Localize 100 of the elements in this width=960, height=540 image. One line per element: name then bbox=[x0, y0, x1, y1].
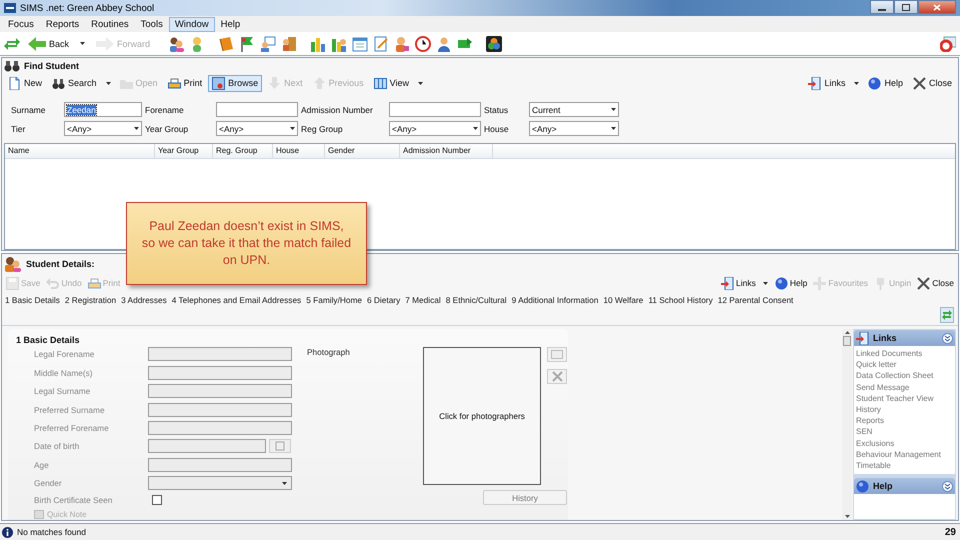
person-card-icon[interactable] bbox=[394, 36, 410, 52]
panel-heading: Help bbox=[873, 481, 894, 492]
text-field[interactable] bbox=[148, 384, 292, 398]
dropdown-field[interactable]: <Any> bbox=[389, 121, 481, 136]
text-field[interactable] bbox=[148, 458, 292, 472]
link-item[interactable]: Data Collection Sheet bbox=[856, 370, 954, 382]
search-button[interactable]: Search bbox=[48, 74, 101, 92]
section-link[interactable]: 11 School History bbox=[648, 295, 713, 305]
text-field[interactable] bbox=[389, 102, 481, 117]
link-item[interactable]: Student Teacher View bbox=[856, 392, 954, 404]
text-field[interactable] bbox=[148, 366, 292, 380]
link-item[interactable]: History bbox=[856, 404, 954, 416]
close-button[interactable]: Close bbox=[915, 274, 956, 292]
field-label: Gender bbox=[34, 478, 63, 488]
link-item[interactable]: Timetable bbox=[856, 460, 954, 472]
menu-item[interactable]: Focus bbox=[2, 16, 40, 32]
text-field[interactable] bbox=[148, 347, 292, 362]
section-link[interactable]: 4 Telephones and Email Addresses bbox=[172, 295, 302, 305]
help-button[interactable]: Help bbox=[772, 274, 810, 292]
section-link[interactable]: 2 Registration bbox=[64, 295, 116, 305]
link-item[interactable]: Behaviour Management bbox=[856, 448, 954, 460]
delete-button[interactable] bbox=[547, 369, 567, 384]
door-person-icon[interactable] bbox=[281, 36, 298, 52]
minimize-button[interactable] bbox=[870, 0, 894, 14]
close-button[interactable] bbox=[918, 0, 956, 14]
photo-box[interactable]: Click for photographers bbox=[423, 347, 541, 485]
help-button[interactable]: Help bbox=[864, 74, 907, 92]
text-field[interactable]: Zeedan bbox=[64, 102, 142, 117]
field-label: Photograph bbox=[307, 347, 351, 359]
history-button[interactable]: History bbox=[483, 490, 567, 505]
column-header[interactable]: Gender bbox=[325, 144, 400, 158]
field-label: Forename bbox=[145, 104, 185, 114]
menu-item[interactable]: Tools bbox=[134, 16, 169, 32]
dropdown-field[interactable]: <Any> bbox=[529, 121, 619, 136]
close-button[interactable]: Close bbox=[908, 74, 956, 92]
section-link[interactable]: 6 Dietary bbox=[367, 295, 400, 305]
browse-button[interactable]: Browse bbox=[208, 74, 262, 92]
book-icon[interactable] bbox=[218, 36, 234, 52]
chart-icon[interactable] bbox=[310, 36, 326, 52]
date-field[interactable] bbox=[148, 439, 266, 454]
text-field[interactable] bbox=[148, 402, 292, 417]
print-button[interactable]: Print bbox=[164, 74, 206, 92]
people-icon[interactable] bbox=[168, 36, 184, 52]
column-header[interactable]: Reg. Group bbox=[213, 144, 273, 158]
links-button[interactable]: Links bbox=[719, 274, 758, 292]
dropdown-field[interactable]: <Any> bbox=[64, 121, 142, 136]
link-item[interactable]: Reports bbox=[856, 415, 954, 426]
section-link[interactable]: 12 Parental Consent bbox=[718, 295, 794, 305]
text-field[interactable] bbox=[216, 102, 298, 117]
section-link[interactable]: 8 Ethnic/Cultural bbox=[446, 295, 507, 305]
column-header[interactable]: Name bbox=[5, 144, 155, 158]
caret-icon bbox=[473, 127, 478, 130]
link-item[interactable]: Quick letter bbox=[856, 359, 954, 370]
dropdown-field[interactable]: <Any> bbox=[216, 121, 298, 136]
maximize-button[interactable] bbox=[894, 0, 918, 14]
flag-icon[interactable] bbox=[239, 36, 256, 52]
scroll-thumb[interactable] bbox=[843, 336, 851, 346]
back-button[interactable]: Back bbox=[24, 34, 74, 52]
swap-arrows-icon[interactable] bbox=[4, 36, 20, 52]
link-item[interactable]: Linked Documents bbox=[856, 348, 954, 360]
menu-item[interactable]: Window bbox=[168, 16, 215, 32]
color-circles-icon[interactable] bbox=[486, 36, 502, 52]
swap-arrows-icon[interactable] bbox=[940, 307, 954, 323]
link-document-icon bbox=[856, 332, 869, 344]
plus-icon bbox=[813, 276, 826, 290]
links-button[interactable]: Links bbox=[804, 74, 850, 92]
section-link[interactable]: 9 Additional Information bbox=[512, 295, 598, 305]
clock-icon[interactable] bbox=[415, 36, 432, 52]
app-logo-icon bbox=[4, 3, 16, 13]
dropdown-field[interactable]: Current bbox=[529, 102, 619, 117]
scrollbar[interactable] bbox=[842, 329, 852, 520]
collapse-icon[interactable] bbox=[942, 480, 953, 492]
field-label: Year Group bbox=[145, 124, 190, 134]
column-header[interactable]: Admission Number bbox=[400, 144, 493, 158]
menu-item[interactable]: Reports bbox=[40, 16, 86, 32]
menu-item[interactable]: Routines bbox=[85, 16, 135, 32]
new-button[interactable]: New bbox=[4, 74, 46, 92]
section-link[interactable]: 5 Family/Home bbox=[306, 295, 362, 305]
view-button[interactable]: View bbox=[370, 74, 413, 92]
user-icon[interactable] bbox=[436, 36, 452, 52]
section-link[interactable]: 1 Basic Details bbox=[5, 295, 60, 305]
close-icon bbox=[912, 76, 926, 90]
calendar-button[interactable] bbox=[269, 439, 291, 454]
column-header[interactable]: Year Group bbox=[155, 144, 213, 158]
column-header[interactable]: House bbox=[273, 144, 325, 158]
section-link[interactable]: 10 Welfare bbox=[603, 295, 644, 305]
link-item[interactable]: Exclusions bbox=[856, 438, 954, 449]
presentation-icon[interactable] bbox=[260, 36, 276, 52]
collapse-icon[interactable] bbox=[942, 332, 953, 344]
notepad-icon[interactable] bbox=[373, 36, 390, 52]
dropdown-field[interactable] bbox=[148, 476, 292, 490]
section-link[interactable]: 7 Medical bbox=[405, 295, 441, 305]
section-link[interactable]: 3 Addresses bbox=[121, 295, 167, 305]
link-item[interactable]: SEN bbox=[856, 426, 954, 438]
menu-item[interactable]: Help bbox=[214, 16, 246, 32]
text-field[interactable] bbox=[148, 420, 292, 435]
help-icon bbox=[856, 480, 869, 493]
caret-icon bbox=[106, 82, 111, 84]
lifebuoy-icon[interactable] bbox=[940, 36, 956, 52]
link-item[interactable]: Send Message bbox=[856, 382, 954, 393]
